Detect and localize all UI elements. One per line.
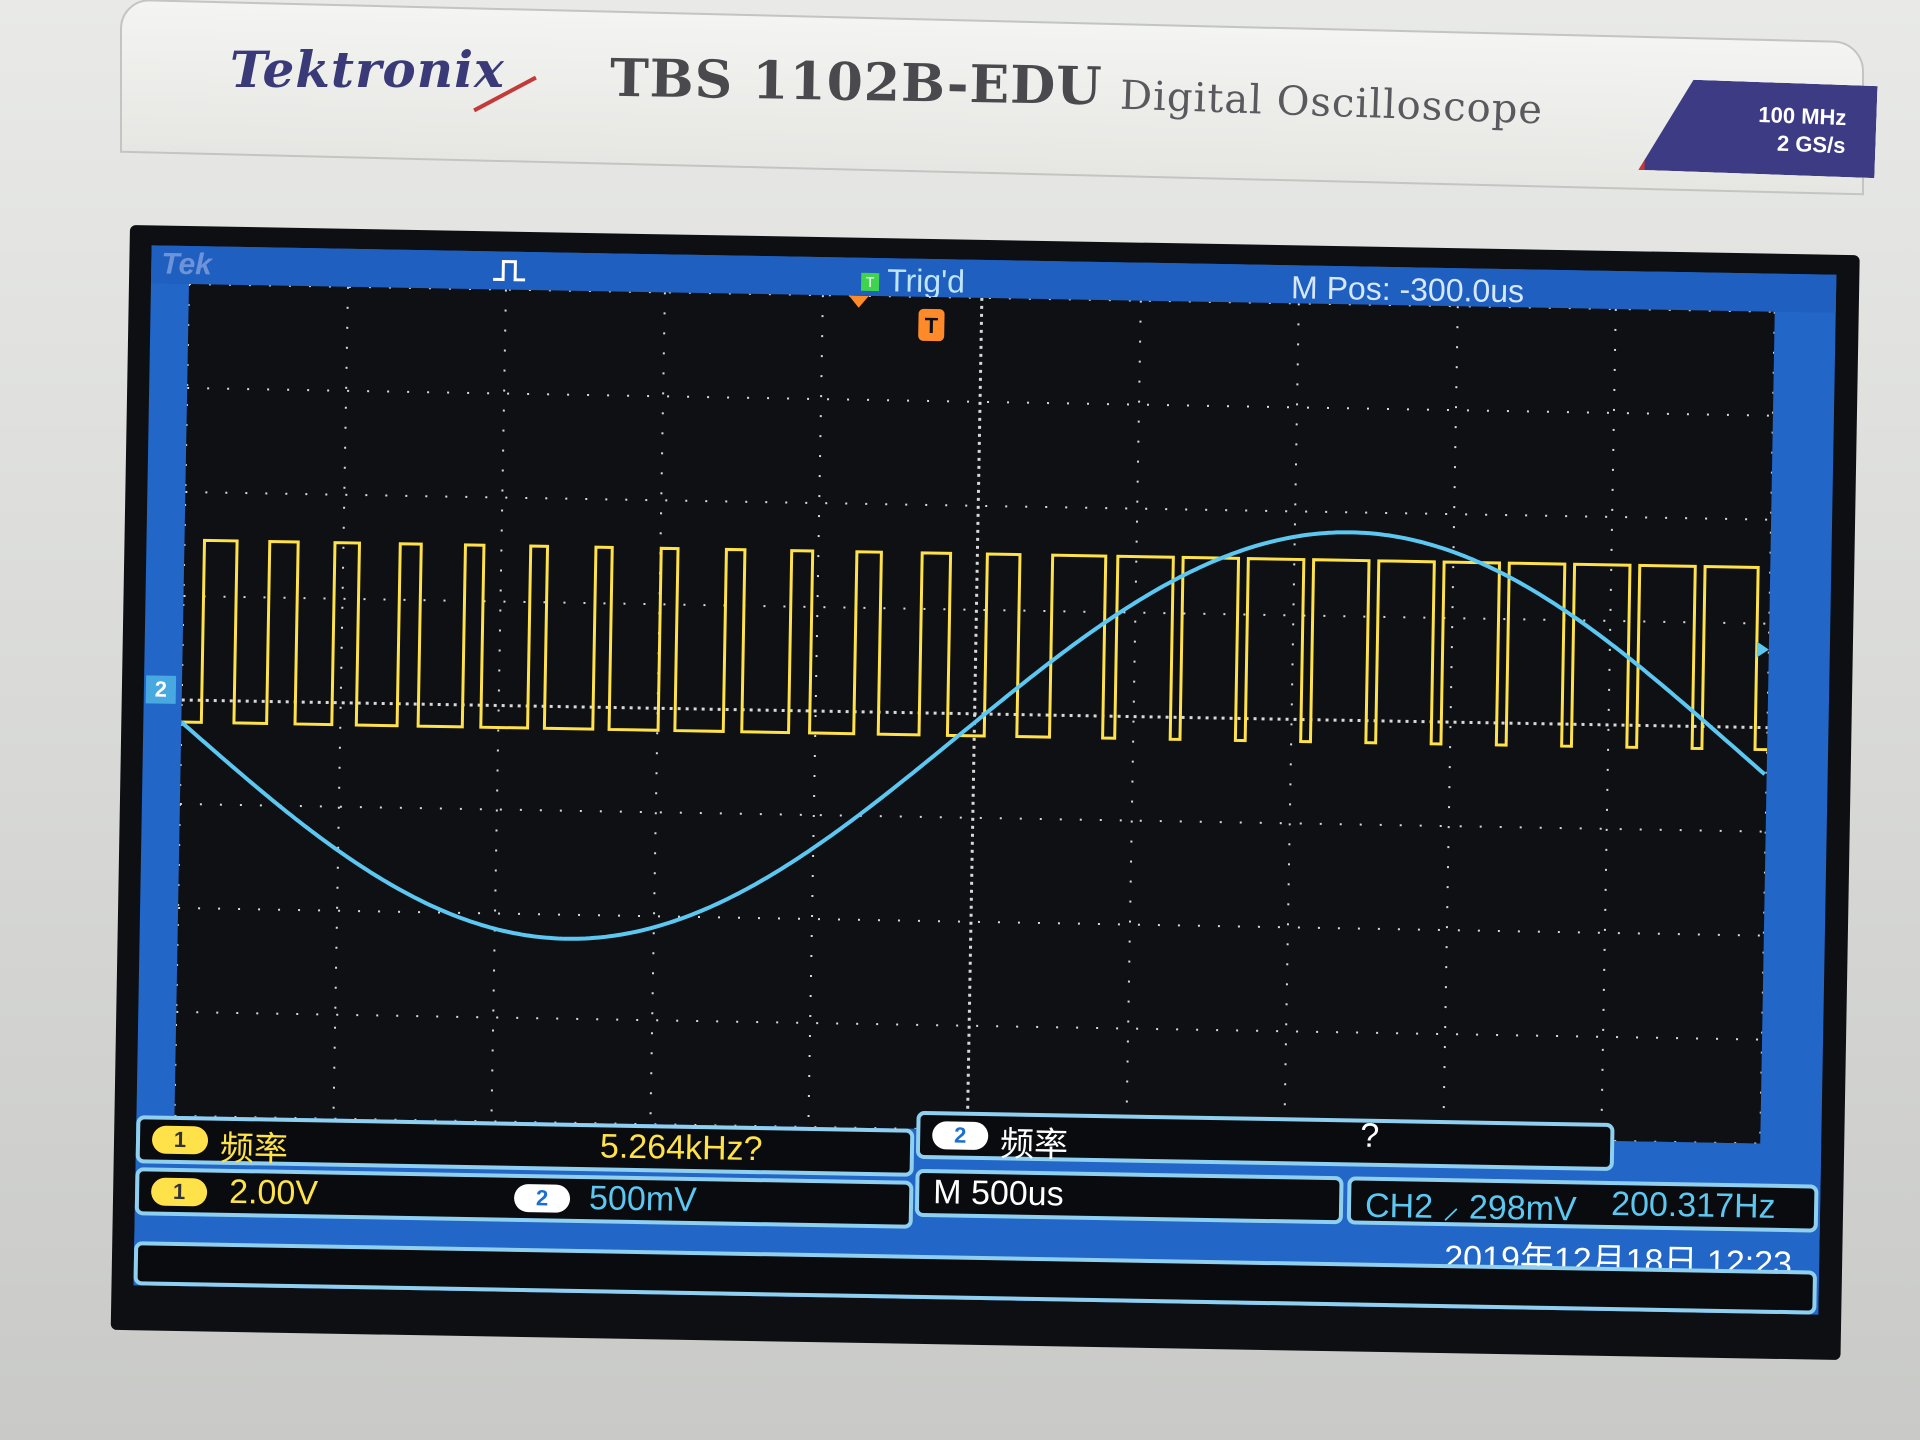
trigger-status-icon: T — [860, 272, 880, 292]
ch1-measurement-label: 频率 — [219, 1129, 289, 1169]
waveform-canvas: T — [174, 284, 1775, 1144]
trigger-level-marker-label: T — [924, 313, 938, 338]
trigger-edge-icon — [493, 259, 526, 282]
grid-vertical-line — [174, 284, 190, 1116]
brand-logo: Tektronix — [230, 40, 505, 99]
ch2-scale-badge: 2 — [513, 1183, 571, 1213]
trigger-status: T Trig'd — [860, 262, 966, 301]
trigger-level-marker: T — [918, 308, 945, 342]
bandwidth-label: 100 MHz — [1757, 102, 1847, 131]
trigger-position-marker — [848, 295, 869, 308]
sample-rate-label: 2 GS/s — [1776, 130, 1846, 159]
ch1-measurement-value: 5.264kHz? — [599, 1127, 763, 1169]
ch2-measurement-value: ? — [1359, 1116, 1380, 1155]
timebase-readout: M 500us — [932, 1173, 1064, 1214]
trigger-status-text: Trig'd — [886, 262, 966, 300]
ch1-badge: 1 — [151, 1125, 209, 1155]
tek-label: Tek — [161, 247, 213, 282]
timebase-box: M 500us — [914, 1168, 1344, 1225]
model-name: TBS 1102B-EDU — [609, 47, 1104, 118]
ch2-scale: 500mV — [588, 1179, 698, 1220]
ch2-right-arrow — [1756, 641, 1769, 658]
readout-panel: 1 频率 5.264kHz? 2 频率 ? 1 2.00V 2 500mV M … — [133, 1110, 1822, 1315]
ch1-scale-badge: 1 — [150, 1177, 208, 1207]
ch1-scale: 2.00V — [228, 1172, 319, 1213]
trigger-info-box: CH2 ⸝ 298mV 200.317Hz — [1346, 1176, 1819, 1233]
graticule — [174, 284, 1775, 1144]
trigger-frequency: 200.317Hz — [1610, 1185, 1776, 1226]
vertical-scale-box: 1 2.00V 2 500mV — [134, 1167, 914, 1229]
ch2-badge: 2 — [931, 1121, 989, 1151]
display-screen: Tek T Trig'd M Pos: -300.0us T 2 1 频率 5.… — [133, 245, 1837, 1315]
screen-frame: Tek T Trig'd M Pos: -300.0us T 2 1 频率 5.… — [110, 225, 1860, 1361]
ch2-measurement-label: 频率 — [999, 1125, 1069, 1165]
ch2-ground-marker: 2 — [145, 675, 177, 704]
trigger-source-level: CH2 ⸝ 298mV — [1364, 1186, 1578, 1229]
waveform-plot: T — [174, 284, 1775, 1144]
